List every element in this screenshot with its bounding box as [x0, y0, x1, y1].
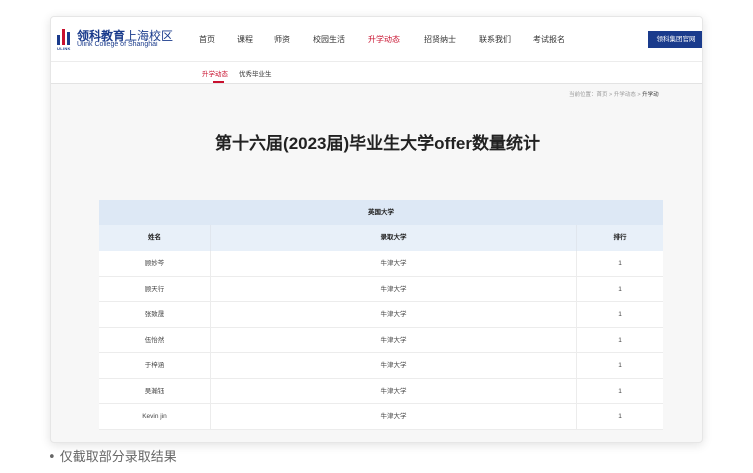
- cell-rank: 1: [618, 362, 622, 369]
- cell-university: 牛津大学: [211, 276, 577, 301]
- menu-item-exam-registration[interactable]: 考试报名: [533, 34, 565, 45]
- offer-table: 英国大学 姓名 录取大学 排行 顾妙芩 牛津大学 1 顾天行 牛津大学 1 张致…: [99, 200, 663, 430]
- top-navbar: ULINK 领科教育上海校区 Ulink College of Shanghai…: [51, 17, 702, 62]
- cell-name: 顾天行: [99, 276, 211, 301]
- cell-rank: 1: [618, 311, 622, 318]
- table-row: 张致晟 牛津大学 1: [99, 302, 663, 328]
- column-header-name: 姓名: [99, 225, 211, 251]
- cell-university: 牛津大学: [211, 404, 577, 429]
- cell-name: 顾妙芩: [99, 251, 211, 276]
- menu-item-home[interactable]: 首页: [199, 34, 215, 45]
- menu-item-campus-life[interactable]: 校园生活: [313, 34, 345, 45]
- subnav-item-admissions-news[interactable]: 升学动态: [202, 68, 228, 78]
- logo-name-en: Ulink College of Shanghai: [77, 41, 158, 48]
- logo-mark-icon: [57, 28, 73, 48]
- results-caption: • 仅截取部分录取结果: [48, 450, 177, 465]
- browser-frame: ULINK 领科教育上海校区 Ulink College of Shanghai…: [50, 16, 703, 443]
- menu-item-careers[interactable]: 招贤纳士: [424, 34, 456, 45]
- menu-item-faculty[interactable]: 师资: [274, 34, 290, 45]
- cell-university: 牛津大学: [211, 302, 577, 327]
- breadcrumb-current: 升学动: [642, 92, 659, 98]
- column-header-university: 录取大学: [211, 225, 577, 251]
- cell-university: 牛津大学: [211, 327, 577, 352]
- breadcrumb: 当前位置：首页 > 升学动态 > 升学动: [569, 90, 659, 98]
- subnav-item-graduates[interactable]: 优秀毕业生: [239, 68, 272, 78]
- cell-name: 伍怡然: [99, 327, 211, 352]
- table-row: 伍怡然 牛津大学 1: [99, 327, 663, 353]
- table-row: Kevin jin 牛津大学 1: [99, 404, 663, 430]
- cell-name: 吴瀚钰: [99, 378, 211, 403]
- menu-item-admissions-news[interactable]: 升学动态: [368, 34, 400, 45]
- menu-item-courses[interactable]: 课程: [237, 34, 253, 45]
- table-column-headers: 姓名 录取大学 排行: [99, 225, 663, 251]
- table-row: 顾天行 牛津大学 1: [99, 276, 663, 302]
- cell-university: 牛津大学: [211, 378, 577, 403]
- site-logo[interactable]: ULINK 领科教育上海校区 Ulink College of Shanghai: [57, 28, 187, 54]
- menu-item-contact[interactable]: 联系我们: [479, 34, 511, 45]
- cell-name: 张致晟: [99, 302, 211, 327]
- cell-university: 牛津大学: [211, 251, 577, 276]
- sub-navbar: 升学动态 优秀毕业生: [51, 62, 702, 84]
- column-header-rank: 排行: [613, 234, 627, 241]
- cell-rank: 1: [618, 413, 622, 420]
- group-site-button[interactable]: 领科集团官网: [648, 31, 702, 48]
- cell-rank: 1: [618, 285, 622, 293]
- table-row: 吴瀚钰 牛津大学 1: [99, 378, 663, 404]
- cell-university: 牛津大学: [211, 353, 577, 378]
- breadcrumb-prefix: 当前位置：: [569, 92, 597, 98]
- table-row: 顾妙芩 牛津大学 1: [99, 251, 663, 277]
- page-title: 第十六届(2023届)毕业生大学offer数量统计: [215, 134, 540, 153]
- cell-name: 于梓涵: [99, 353, 211, 378]
- subnav-active-indicator: [213, 81, 224, 83]
- logo-mark-text: ULINK: [57, 46, 71, 51]
- table-row: 于梓涵 牛津大学 1: [99, 353, 663, 379]
- table-section-header: 英国大学: [99, 200, 663, 225]
- breadcrumb-section[interactable]: 升学动态: [614, 92, 636, 98]
- cell-name: Kevin jin: [99, 404, 211, 429]
- cell-rank: 1: [618, 387, 622, 395]
- cell-rank: 1: [618, 260, 622, 267]
- cell-rank: 1: [618, 336, 622, 344]
- breadcrumb-home[interactable]: 首页: [597, 92, 608, 98]
